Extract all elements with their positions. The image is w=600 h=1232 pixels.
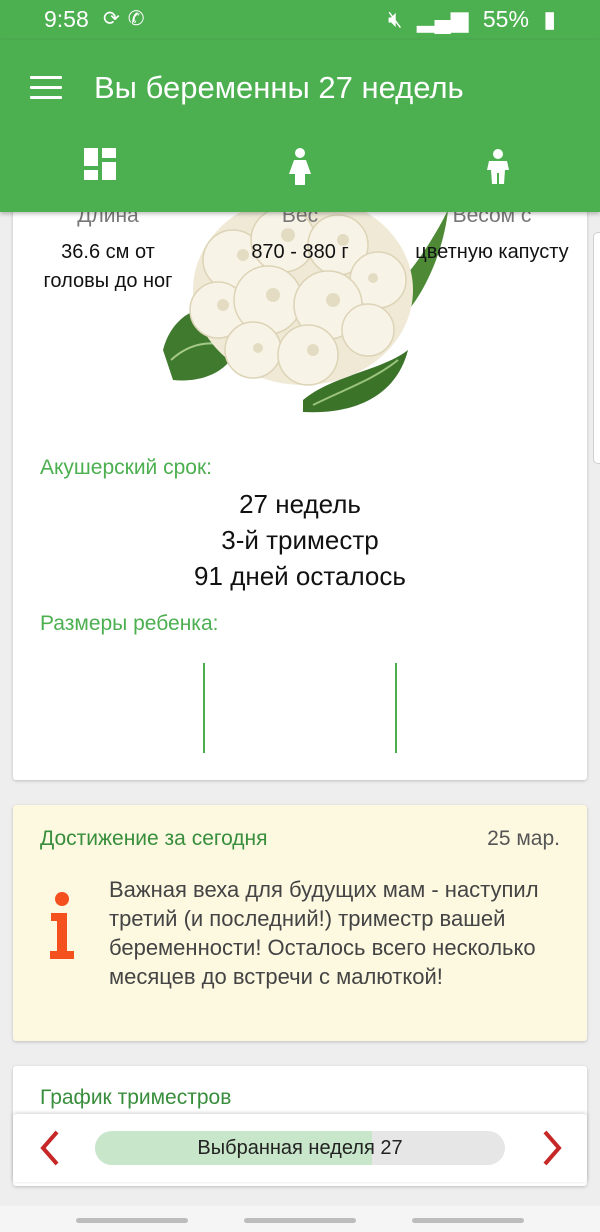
achievement-date: 25 мар. bbox=[487, 827, 560, 850]
phone-icon: ✆ bbox=[127, 8, 153, 30]
status-time: 9:58 bbox=[44, 6, 89, 32]
hamburger-icon bbox=[30, 76, 62, 79]
mother-icon bbox=[289, 148, 311, 185]
nav-recents[interactable] bbox=[76, 1218, 188, 1223]
next-week-button[interactable] bbox=[531, 1128, 571, 1168]
app-bar: Вы беременны 27 недель bbox=[0, 40, 600, 212]
status-right: 🔇︎ ▂▄▆ 55% ▮ bbox=[380, 6, 556, 33]
prev-week-button[interactable] bbox=[31, 1128, 71, 1168]
chevron-left-icon bbox=[40, 1130, 59, 1166]
week-selector: Выбранная неделя 27 bbox=[13, 1114, 587, 1182]
mute-icon: 🔇︎ bbox=[387, 6, 403, 32]
sizes-label: Размеры ребенка: bbox=[40, 612, 219, 635]
tab-dashboard[interactable] bbox=[70, 148, 130, 198]
status-bar: 9:58 ⟳✆ 🔇︎ ▂▄▆ 55% ▮ bbox=[0, 0, 600, 40]
compare-column: Весом с цветную капусту bbox=[397, 200, 587, 290]
signal-icon: ▂▄▆ bbox=[416, 6, 469, 32]
term-trimester: 3-й триместр bbox=[221, 525, 379, 555]
baby-icon bbox=[487, 149, 509, 184]
weight-column: Вес 870 - 880 г bbox=[205, 200, 395, 290]
length-column: Длина 36.6 см от головы до ног bbox=[13, 200, 203, 292]
trimester-chart-title: График триместров bbox=[40, 1086, 232, 1109]
term-days-left: 91 дней осталось bbox=[194, 561, 406, 591]
nav-back[interactable] bbox=[412, 1218, 524, 1223]
system-nav-bar bbox=[0, 1206, 600, 1232]
weight-value: 870 - 880 г bbox=[251, 241, 349, 263]
chevron-right-icon bbox=[543, 1130, 562, 1166]
tab-baby[interactable] bbox=[468, 148, 528, 198]
app-title: Вы беременны 27 недель bbox=[94, 70, 464, 105]
info-icon bbox=[50, 892, 74, 959]
baby-size-card: Акушерский срок: 27 недель 3-й триместр … bbox=[13, 200, 587, 780]
battery-level: 55% bbox=[482, 6, 529, 32]
achievement-card: Достижение за сегодня 25 мар. Важная вех… bbox=[13, 805, 587, 1041]
tab-mother[interactable] bbox=[270, 148, 330, 198]
nav-home[interactable] bbox=[244, 1218, 356, 1223]
term-label: Акушерский срок: bbox=[40, 456, 212, 479]
hamburger-line bbox=[30, 96, 62, 99]
achievement-text: Важная веха для будущих мам - наступил т… bbox=[109, 877, 539, 989]
week-progress[interactable]: Выбранная неделя 27 bbox=[95, 1131, 505, 1165]
column-divider bbox=[395, 663, 397, 753]
status-left-icons: ⟳✆ bbox=[103, 6, 153, 31]
scrollbar-thumb[interactable] bbox=[593, 232, 600, 464]
menu-button[interactable] bbox=[30, 76, 62, 100]
term-weeks: 27 недель bbox=[239, 489, 361, 519]
battery-icon: ▮ bbox=[543, 6, 556, 32]
sync-icon: ⟳ bbox=[103, 8, 128, 30]
dashboard-icon bbox=[84, 148, 116, 180]
column-divider bbox=[203, 663, 205, 753]
achievement-title: Достижение за сегодня bbox=[40, 827, 268, 850]
compare-value: цветную капусту bbox=[415, 241, 569, 263]
hamburger-line bbox=[30, 86, 62, 89]
selected-week-label: Выбранная неделя 27 bbox=[197, 1137, 403, 1159]
length-value: 36.6 см от головы до ног bbox=[43, 241, 173, 292]
